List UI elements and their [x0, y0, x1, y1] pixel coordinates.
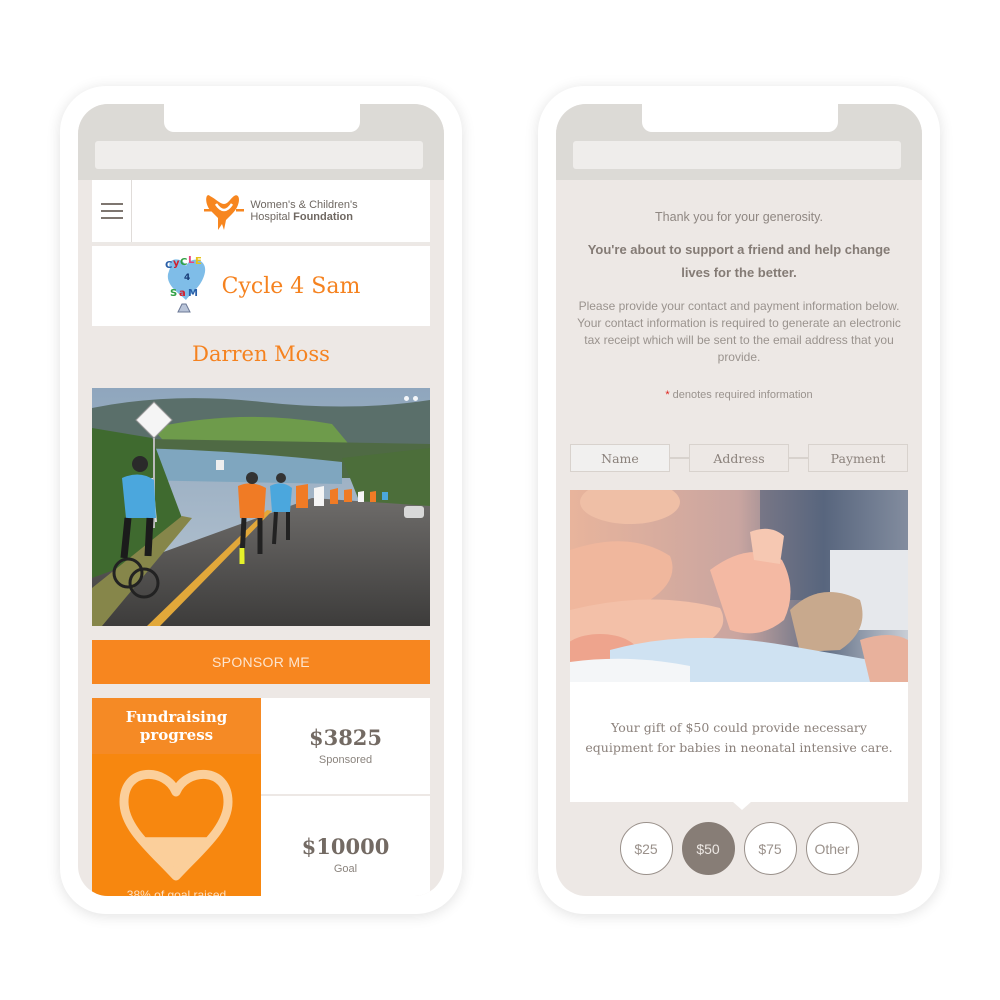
goal-label: Goal	[333, 862, 358, 875]
event-banner: C y C L E 4 S a M Cycle 4 Sam	[92, 246, 430, 326]
info-paragraph: Please provide your contact and payment …	[577, 299, 901, 364]
phone-notch	[164, 104, 360, 132]
support-heading: You're about to support a friend and hel…	[587, 242, 891, 280]
svg-text:L: L	[188, 255, 195, 266]
browser-top-bar	[556, 104, 922, 180]
svg-text:E: E	[195, 256, 202, 267]
svg-text:S: S	[170, 288, 177, 299]
phone-mockup-donation-page: Thank you for your generosity. You're ab…	[538, 86, 940, 914]
event-title: Cycle 4 Sam	[221, 273, 361, 299]
progress-panel: Fundraising progress 38% of goal raised	[92, 698, 261, 896]
step-payment[interactable]: Payment	[808, 444, 908, 472]
address-bar[interactable]	[573, 141, 901, 169]
amount-50-button[interactable]: $50	[681, 822, 735, 875]
phone-screen: Women's & Children's Hospital Foundation…	[78, 104, 444, 896]
foundation-logo[interactable]: Women's & Children's Hospital Foundation	[132, 180, 430, 242]
participant-name: Darren Moss	[192, 342, 330, 366]
amount-other-button[interactable]: Other	[805, 822, 859, 875]
goal-stat: $10000 Goal	[261, 795, 430, 896]
svg-text:a: a	[179, 288, 186, 299]
step-connector	[670, 457, 689, 459]
sponsored-value: $3825	[308, 725, 383, 751]
logo-text: Women's & Children's Hospital Foundation	[250, 199, 357, 223]
required-note: * denotes required information	[570, 389, 908, 401]
site-header: Women's & Children's Hospital Foundation	[92, 180, 430, 244]
required-note-text: denotes required information	[672, 389, 813, 401]
svg-text:y: y	[173, 258, 180, 269]
svg-text:M: M	[188, 288, 198, 299]
gift-message: Your gift of $50 could provide necessary…	[585, 720, 893, 755]
logo-line-2-bold: Foundation	[293, 211, 353, 223]
progress-heading: Fundraising progress	[92, 698, 261, 754]
progress-stats: $3825 Sponsored $10000 Goal	[261, 698, 430, 896]
card-pointer	[733, 802, 751, 810]
step-connector	[789, 457, 808, 459]
logo-line-1: Women's & Children's	[250, 199, 358, 211]
svg-text:C: C	[165, 260, 172, 271]
phone-screen: Thank you for your generosity. You're ab…	[556, 104, 922, 896]
step-name[interactable]: Name	[570, 444, 670, 472]
heart-logo-icon	[204, 195, 245, 230]
carousel-indicator[interactable]	[404, 396, 418, 401]
gift-impact-card: Your gift of $50 could provide necessary…	[570, 682, 908, 810]
browser-top-bar	[78, 104, 444, 180]
baby-hand-photo	[570, 490, 908, 682]
baby-hand-image	[570, 490, 908, 682]
cycle-4-sam-logo-icon: C y C L E 4 S a M	[165, 255, 205, 313]
sponsor-me-button[interactable]: SPONSOR ME	[92, 640, 430, 684]
hamburger-menu-icon[interactable]	[92, 180, 132, 242]
cyclists-photo	[92, 388, 430, 626]
sponsored-label: Sponsored	[318, 754, 373, 767]
form-steps: Name Address Payment	[570, 444, 908, 472]
svg-text:C: C	[180, 257, 187, 268]
thanks-message: Thank you for your generosity.	[655, 210, 823, 224]
step-address[interactable]: Address	[689, 444, 789, 472]
phone-notch	[642, 104, 838, 132]
progress-caption: 38% of goal raised	[126, 888, 227, 896]
fundraising-progress: Fundraising progress 38% of goal raised …	[92, 698, 430, 896]
svg-text:4: 4	[184, 273, 190, 283]
goal-value: $10000	[301, 833, 390, 859]
donation-amounts: $25 $50 $75 Other	[556, 822, 922, 875]
amount-75-button[interactable]: $75	[743, 822, 797, 875]
cyclists-photo-carousel[interactable]	[92, 388, 430, 626]
sponsored-stat: $3825 Sponsored	[261, 698, 430, 794]
progress-heart-icon	[119, 769, 233, 881]
phone-mockup-sponsor-page: Women's & Children's Hospital Foundation…	[60, 86, 462, 914]
logo-line-2: Hospital	[250, 211, 294, 223]
amount-25-button[interactable]: $25	[619, 822, 673, 875]
address-bar[interactable]	[95, 141, 423, 169]
required-asterisk: *	[665, 389, 670, 401]
